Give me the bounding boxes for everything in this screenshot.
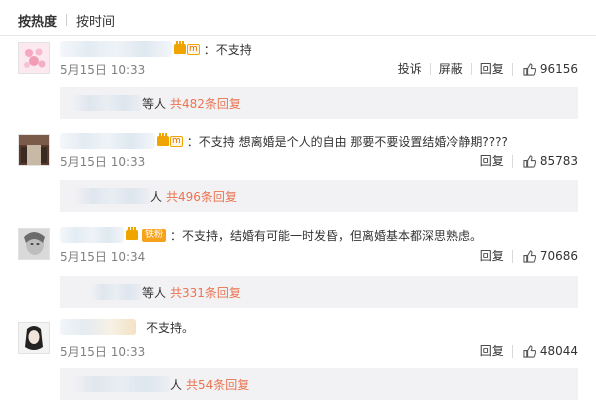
username-blurred[interactable]: [60, 319, 136, 335]
comment-text: ：不支持: [203, 42, 252, 57]
sort-by-time-tab[interactable]: 按时间: [76, 11, 115, 30]
comment-text: 不支持。: [146, 320, 195, 335]
report-button[interactable]: 投诉: [390, 63, 430, 75]
comment-time: 5月15日 10:33: [60, 154, 146, 169]
like-count: 96156: [539, 62, 578, 76]
like-button[interactable]: 96156: [511, 62, 578, 76]
thumbs-up-icon: [523, 154, 536, 168]
vip-icon: m: [157, 133, 183, 147]
replier-suffix: 人: [170, 377, 183, 392]
like-count: 70686: [539, 249, 578, 263]
comment-text: ：不支持，结婚有可能一时发昏，但离婚基本都深思熟虑。: [170, 228, 483, 243]
vip-icon: [126, 227, 138, 240]
sort-bar: 按热度 按时间: [18, 10, 115, 30]
comment-actions: 回复 48044: [472, 344, 578, 358]
reply-button[interactable]: 回复: [472, 345, 512, 357]
replies-summary: 人 共496条回复: [60, 180, 578, 212]
comment-actions: 投诉 屏蔽 回复 96156: [390, 62, 578, 76]
sort-by-hot-tab[interactable]: 按热度: [18, 11, 57, 30]
view-replies-link[interactable]: 共331条回复: [170, 284, 241, 301]
comment-time: 5月15日 10:33: [60, 62, 146, 77]
replies-summary: 人 共54条回复: [60, 368, 578, 400]
avatar-image-icon: [19, 135, 49, 165]
replier-names-blurred: [72, 376, 170, 392]
replier-suffix: 等人: [142, 96, 167, 111]
view-replies-link[interactable]: 共496条回复: [166, 188, 237, 205]
avatar[interactable]: [18, 134, 50, 166]
replies-summary: 等人 共482条回复: [60, 87, 578, 119]
like-button[interactable]: 70686: [511, 249, 578, 263]
header-divider: [0, 35, 596, 36]
view-replies-link[interactable]: 共482条回复: [170, 95, 241, 112]
username-blurred[interactable]: [60, 133, 155, 149]
avatar[interactable]: [18, 42, 50, 74]
replier-names-blurred: [74, 188, 150, 204]
replier-names-blurred: [90, 284, 142, 300]
thumbs-up-icon: [523, 249, 536, 263]
comment-time: 5月15日 10:33: [60, 344, 146, 359]
thumbs-up-icon: [523, 344, 536, 358]
avatar[interactable]: [18, 228, 50, 260]
username-blurred[interactable]: [60, 41, 172, 57]
reply-button[interactable]: 回复: [472, 155, 512, 167]
comment-text: ：不支持 想离婚是个人的自由 那要不要设置结婚冷静期????: [186, 134, 508, 149]
avatar[interactable]: [18, 322, 50, 354]
avatar-image-icon: [19, 43, 49, 73]
replier-suffix: 等人: [142, 285, 167, 300]
avatar-image-icon: [19, 323, 49, 353]
comment-actions: 回复 85783: [472, 154, 578, 168]
replier-names-blurred: [72, 95, 142, 111]
username-blurred[interactable]: [60, 227, 124, 243]
replies-summary: 等人 共331条回复: [60, 276, 578, 308]
comment-actions: 回复 70686: [472, 249, 578, 263]
fan-badge: 铁粉: [142, 228, 167, 242]
avatar-image-icon: [19, 229, 49, 259]
view-replies-link[interactable]: 共54条回复: [186, 376, 249, 393]
like-button[interactable]: 85783: [511, 154, 578, 168]
sort-divider: [66, 14, 68, 26]
like-count: 48044: [539, 344, 578, 358]
vip-icon: m: [174, 41, 200, 55]
like-button[interactable]: 48044: [511, 344, 578, 358]
reply-button[interactable]: 回复: [472, 250, 512, 262]
comment-time: 5月15日 10:34: [60, 249, 146, 264]
like-count: 85783: [539, 154, 578, 168]
block-button[interactable]: 屏蔽: [429, 63, 471, 75]
replier-suffix: 人: [150, 189, 163, 204]
thumbs-up-icon: [523, 62, 536, 76]
reply-button[interactable]: 回复: [470, 63, 512, 75]
